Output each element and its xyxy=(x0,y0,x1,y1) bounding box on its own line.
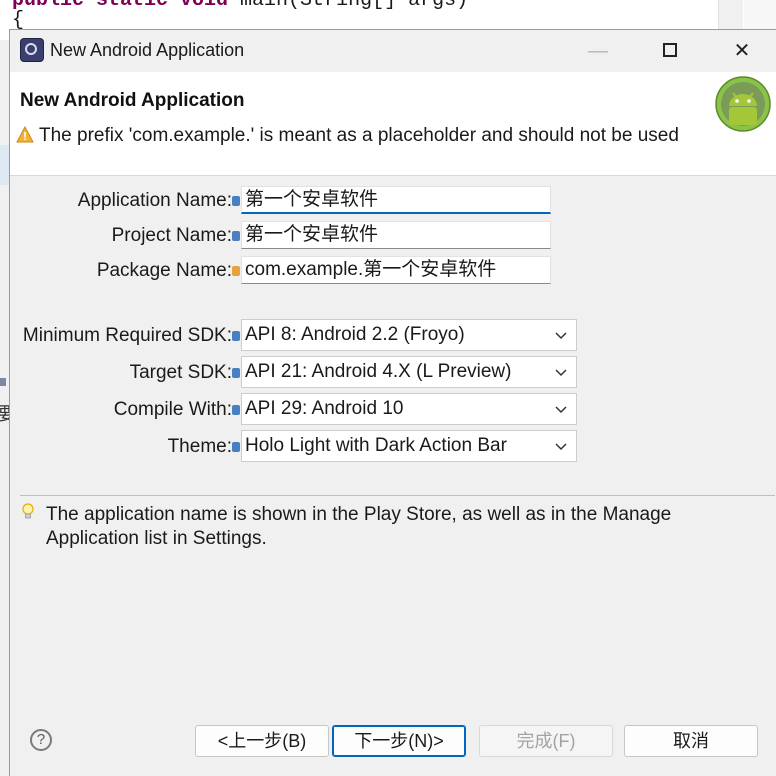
theme-label: Theme: xyxy=(167,436,232,457)
back-button[interactable]: <上一步(B) xyxy=(195,725,329,757)
theme-value: Holo Light with Dark Action Bar xyxy=(245,435,507,456)
application-name-field[interactable]: 第一个安卓软件 xyxy=(241,186,551,214)
target-sdk-label: Target SDK: xyxy=(129,362,232,383)
maximize-icon xyxy=(663,43,677,57)
chevron-down-icon xyxy=(555,443,567,451)
new-android-application-dialog: New Android Application — ✕ New Android … xyxy=(9,29,776,776)
target-sdk-select[interactable]: API 21: Android 4.X (L Preview) xyxy=(241,356,577,388)
next-button[interactable]: 下一步(N)> xyxy=(332,725,466,757)
info-icon xyxy=(232,196,240,206)
wizard-title: New Android Application xyxy=(20,90,245,111)
application-name-label: Application Name: xyxy=(77,190,232,211)
wizard-header: New Android Application The prefix 'com.… xyxy=(10,72,776,176)
package-name-field[interactable]: com.example.第一个安卓软件 xyxy=(241,256,551,284)
chevron-down-icon xyxy=(555,369,567,377)
chevron-down-icon xyxy=(555,406,567,414)
marker-icon xyxy=(0,378,6,386)
eclipse-app-icon xyxy=(20,38,44,62)
package-name-label: Package Name: xyxy=(96,260,232,281)
target-sdk-value: API 21: Android 4.X (L Preview) xyxy=(245,361,512,382)
separator xyxy=(20,495,775,496)
close-button[interactable]: ✕ xyxy=(707,30,776,72)
warning-icon xyxy=(16,126,34,143)
help-description: The application name is shown in the Pla… xyxy=(46,504,672,549)
dialog-titlebar[interactable]: New Android Application — ✕ xyxy=(10,30,776,72)
warning-marker-icon xyxy=(232,266,240,276)
info-icon xyxy=(232,442,240,452)
code-line: public static void main(String[] args) xyxy=(12,0,468,11)
lightbulb-icon xyxy=(22,503,34,519)
help-button[interactable]: ? xyxy=(30,729,52,751)
close-icon: ✕ xyxy=(733,40,751,62)
cancel-button[interactable]: 取消 xyxy=(624,725,758,757)
min-sdk-label: Minimum Required SDK: xyxy=(22,325,232,346)
wizard-message: The prefix 'com.example.' is meant as a … xyxy=(39,125,679,146)
info-icon xyxy=(232,368,240,378)
info-icon xyxy=(232,405,240,415)
dialog-title: New Android Application xyxy=(50,40,245,60)
code-line: { xyxy=(12,9,25,32)
info-icon xyxy=(232,331,240,341)
android-logo-icon xyxy=(715,76,771,132)
compile-with-label: Compile With: xyxy=(113,399,232,420)
min-sdk-select[interactable]: API 8: Android 2.2 (Froyo) xyxy=(241,319,577,351)
maximize-button[interactable] xyxy=(635,30,705,72)
info-icon xyxy=(232,231,240,241)
finish-button[interactable]: 完成(F) xyxy=(479,725,613,757)
compile-with-select[interactable]: API 29: Android 10 xyxy=(241,393,577,425)
code-text: main(String[] args) xyxy=(228,0,469,12)
chevron-down-icon xyxy=(555,332,567,340)
project-name-label: Project Name: xyxy=(111,225,232,246)
compile-with-value: API 29: Android 10 xyxy=(245,398,404,419)
theme-select[interactable]: Holo Light with Dark Action Bar xyxy=(241,430,577,462)
code-keyword: public static void xyxy=(12,0,229,12)
project-name-field[interactable]: 第一个安卓软件 xyxy=(241,221,551,249)
minimize-button[interactable]: — xyxy=(563,30,633,72)
min-sdk-value: API 8: Android 2.2 (Froyo) xyxy=(245,324,465,345)
minimize-icon: — xyxy=(588,40,608,62)
